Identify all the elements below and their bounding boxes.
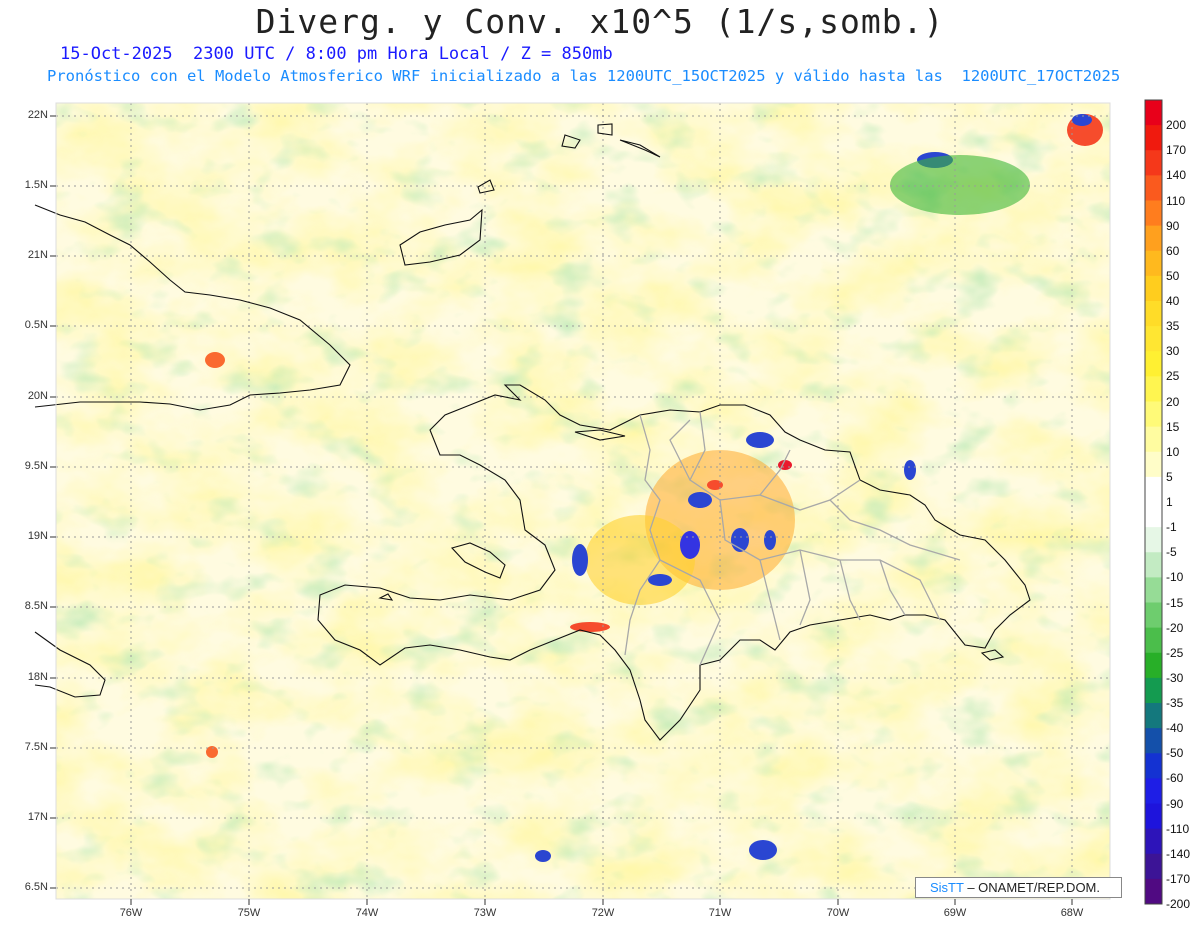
colorbar-cell xyxy=(1145,502,1162,528)
lat-label: 17N xyxy=(27,811,48,823)
colorbar xyxy=(1144,99,1163,905)
colorbar-cell xyxy=(1145,778,1162,804)
colorbar-label: 90 xyxy=(1166,218,1180,233)
colorbar-label: 10 xyxy=(1166,444,1180,459)
colorbar-label: 40 xyxy=(1166,294,1180,308)
lon-label: 73W xyxy=(473,907,497,919)
colorbar-label: -50 xyxy=(1166,746,1184,761)
colorbar-cell xyxy=(1145,376,1162,402)
colorbar-cell xyxy=(1145,602,1162,629)
colorbar-cell xyxy=(1145,476,1162,503)
divergence-texture xyxy=(56,103,1110,899)
colorbar-label: 15 xyxy=(1166,419,1180,434)
colorbar-label: -30 xyxy=(1166,670,1184,685)
colorbar-cell xyxy=(1145,878,1162,905)
lat-label: 20N xyxy=(27,390,48,402)
colorbar-label: -10 xyxy=(1166,570,1184,585)
lat-label: 9.5N xyxy=(24,460,48,472)
colorbar-label: 1 xyxy=(1166,495,1173,509)
colorbar-cell xyxy=(1145,753,1162,779)
colorbar-cell xyxy=(1145,150,1162,176)
colorbar-cell xyxy=(1145,677,1162,704)
colorbar-cell xyxy=(1145,125,1162,151)
colorbar-cell xyxy=(1145,200,1162,227)
colorbar-cell xyxy=(1145,326,1162,352)
lon-label: 69W xyxy=(943,907,967,919)
colorbar-cell xyxy=(1145,426,1162,453)
colorbar-label: -25 xyxy=(1166,645,1184,660)
colorbar-cell xyxy=(1145,175,1162,201)
colorbar-label: 60 xyxy=(1166,243,1180,258)
colorbar-cell xyxy=(1145,627,1162,654)
lat-label: 1.5N xyxy=(24,179,48,191)
colorbar-label: 200 xyxy=(1166,118,1187,133)
colorbar-cell xyxy=(1145,552,1162,578)
colorbar-label: -140 xyxy=(1166,846,1191,861)
colorbar-cell xyxy=(1145,451,1162,478)
colorbar-label: -170 xyxy=(1166,871,1191,886)
colorbar-label: 35 xyxy=(1166,319,1180,334)
colorbar-cell xyxy=(1145,275,1162,302)
colorbar-cell xyxy=(1145,401,1162,428)
lon-label: 75W xyxy=(237,907,261,919)
colorbar-label: 20 xyxy=(1166,394,1180,409)
colorbar-label: 110 xyxy=(1166,193,1186,208)
colorbar-label: -5 xyxy=(1166,545,1177,560)
credit-box: SisTT – ONAMET/REP.DOM. xyxy=(915,877,1122,898)
colorbar-label: -20 xyxy=(1166,620,1184,635)
colorbar-label: 50 xyxy=(1166,268,1180,283)
lat-label: 6.5N xyxy=(24,881,48,893)
colorbar-label: 140 xyxy=(1166,168,1187,183)
colorbar-label: -35 xyxy=(1166,696,1184,710)
colorbar-cell xyxy=(1145,301,1162,327)
colorbar-cell xyxy=(1145,250,1162,277)
colorbar-cell xyxy=(1145,577,1162,603)
lon-label: 72W xyxy=(591,907,615,919)
colorbar-cell xyxy=(1145,828,1162,855)
lat-label: 19N xyxy=(27,530,48,542)
lat-label: 22N xyxy=(27,109,48,121)
colorbar-label: -40 xyxy=(1166,721,1184,736)
sistt-logo: SisTT xyxy=(930,880,964,895)
colorbar-label: -90 xyxy=(1166,796,1184,811)
colorbar-cell xyxy=(1145,803,1162,830)
colorbar-label: -60 xyxy=(1166,771,1184,786)
lat-label: 7.5N xyxy=(24,741,48,753)
colorbar-cell xyxy=(1145,225,1162,252)
lat-label: 0.5N xyxy=(24,319,48,331)
colorbar-label: 170 xyxy=(1166,143,1187,158)
colorbar-cell xyxy=(1145,652,1162,679)
colorbar-cell xyxy=(1145,703,1162,729)
lon-label: 68W xyxy=(1060,907,1084,919)
colorbar-label: 25 xyxy=(1166,369,1180,384)
colorbar-label: 5 xyxy=(1166,469,1173,484)
lat-label: 21N xyxy=(27,249,48,261)
lon-label: 70W xyxy=(826,907,850,919)
colorbar-cell xyxy=(1145,728,1162,754)
lat-label: 18N xyxy=(27,671,48,683)
lon-label: 71W xyxy=(708,907,732,919)
credit-text: – ONAMET/REP.DOM. xyxy=(963,880,1101,895)
colorbar-cell xyxy=(1145,853,1162,880)
lon-label: 76W xyxy=(119,907,143,919)
lat-label: 8.5N xyxy=(24,600,48,612)
colorbar-cell xyxy=(1145,351,1162,377)
divergence-map xyxy=(34,99,1163,905)
colorbar-label: -110 xyxy=(1166,821,1190,836)
colorbar-label: -15 xyxy=(1166,595,1184,610)
lon-label: 74W xyxy=(355,907,379,919)
colorbar-cell xyxy=(1145,527,1162,553)
colorbar-label: -200 xyxy=(1166,897,1191,911)
colorbar-label: -1 xyxy=(1166,520,1177,535)
colorbar-cell xyxy=(1145,100,1162,126)
colorbar-label: 30 xyxy=(1166,344,1180,359)
